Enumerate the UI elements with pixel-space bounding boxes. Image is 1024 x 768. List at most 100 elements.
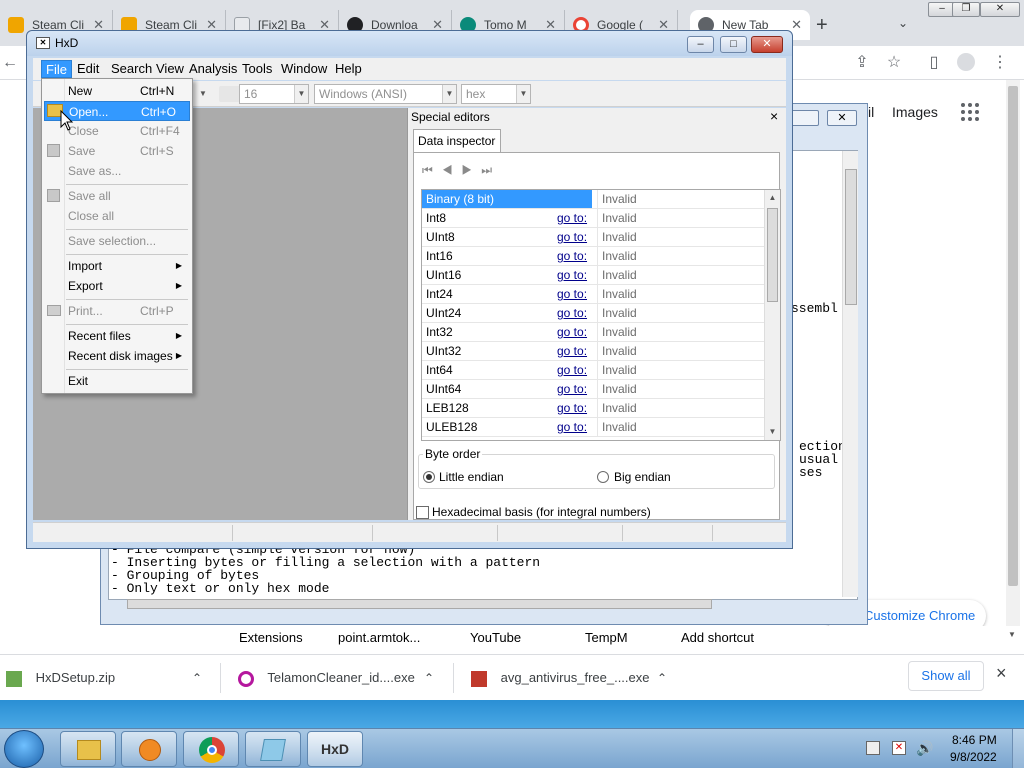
hex-basis-label[interactable]: Hexadecimal basis (for integral numbers) — [432, 505, 651, 519]
big-endian-radio[interactable] — [597, 471, 609, 483]
inspector-row[interactable]: LEB128 go to: Invalid — [422, 399, 766, 418]
new-tab-button[interactable]: + — [816, 14, 828, 37]
menu-search[interactable]: Search — [107, 60, 156, 78]
inspector-row[interactable]: UInt8 go to: Invalid — [422, 228, 766, 247]
maximize-icon[interactable]: □ — [720, 36, 747, 53]
inspector-row[interactable]: Int16 go to: Invalid — [422, 247, 766, 266]
side-panel-icon[interactable]: ▯ — [924, 53, 944, 73]
inspector-row[interactable]: UInt32 go to: Invalid — [422, 342, 766, 361]
profile-icon[interactable] — [956, 53, 976, 73]
little-endian-label[interactable]: Little endian — [439, 470, 504, 484]
inspector-value[interactable]: Invalid — [597, 209, 766, 227]
close-window-icon[interactable]: ✕ — [751, 36, 783, 53]
goto-link[interactable]: go to: — [557, 323, 587, 341]
scroll-thumb[interactable] — [767, 208, 778, 302]
vertical-scrollbar[interactable]: ▲ ▼ — [764, 190, 780, 440]
scroll-up-icon[interactable]: ▲ — [765, 190, 780, 206]
taskbar-chrome[interactable] — [183, 731, 239, 767]
page-scrollbar[interactable] — [1006, 80, 1020, 644]
dropdown-arrow-icon[interactable]: ▼ — [199, 89, 207, 98]
inspector-value[interactable]: Invalid — [597, 418, 766, 436]
goto-link[interactable]: go to: — [557, 418, 587, 436]
inspector-row[interactable]: UInt16 go to: Invalid — [422, 266, 766, 285]
chevron-up-icon[interactable]: ⌃ — [657, 665, 667, 691]
kebab-menu-icon[interactable]: ⋮ — [990, 53, 1010, 73]
taskbar-explorer[interactable] — [60, 731, 116, 767]
horizontal-scrollbar[interactable] — [109, 597, 842, 611]
close-tab-icon[interactable]: ✕ — [791, 17, 802, 33]
taskbar-media-player[interactable] — [121, 731, 177, 767]
inspector-value[interactable]: Invalid — [597, 342, 766, 360]
close-panel-icon[interactable]: × — [770, 108, 778, 124]
menu-view[interactable]: View — [152, 60, 188, 78]
menu-item-save-selection[interactable]: Save selection... — [44, 231, 190, 251]
action-center-icon[interactable]: ✕ — [892, 741, 906, 755]
goto-link[interactable]: go to: — [557, 361, 587, 379]
inspector-row[interactable]: UInt64 go to: Invalid — [422, 380, 766, 399]
menu-analysis[interactable]: Analysis — [185, 60, 241, 78]
clock-date[interactable]: 9/8/2022 — [950, 750, 997, 764]
shortcut-point-armtok[interactable]: point.armtok... — [338, 630, 420, 645]
goto-link[interactable]: go to: — [557, 399, 587, 417]
close-downloads-icon[interactable]: × — [996, 663, 1007, 684]
inspector-row[interactable]: Binary (8 bit) Invalid — [422, 190, 766, 209]
star-icon[interactable]: ☆ — [884, 53, 904, 73]
inspector-row[interactable]: Int64 go to: Invalid — [422, 361, 766, 380]
back-arrow-icon[interactable]: ← — [0, 53, 20, 73]
inspector-row[interactable]: Int32 go to: Invalid — [422, 323, 766, 342]
menu-item-new[interactable]: New Ctrl+N — [44, 81, 190, 101]
goto-link[interactable]: go to: — [557, 209, 587, 227]
menu-window[interactable]: Window — [277, 60, 331, 78]
inspector-value[interactable]: Invalid — [597, 304, 766, 322]
hex-basis-checkbox[interactable] — [416, 506, 429, 519]
network-icon[interactable] — [866, 741, 880, 755]
restore-icon[interactable]: ❐ — [952, 2, 980, 17]
menu-item-print[interactable]: Print... Ctrl+P — [44, 301, 190, 321]
download-item[interactable]: TelamonCleaner_id....exe ⌃ — [238, 665, 438, 691]
shortcut-tempm[interactable]: TempM — [585, 630, 628, 645]
last-record-icon[interactable]: ⏭ — [481, 163, 501, 177]
shortcut-youtube[interactable]: YouTube — [470, 630, 521, 645]
menu-edit[interactable]: Edit — [73, 60, 103, 78]
close-window-icon[interactable]: ✕ — [980, 2, 1020, 17]
menu-item-save-all[interactable]: Save all — [44, 186, 190, 206]
big-endian-label[interactable]: Big endian — [614, 470, 671, 484]
next-record-icon[interactable]: ▶ — [462, 163, 482, 177]
inspector-value[interactable]: Invalid — [597, 323, 766, 341]
menu-item-close-all[interactable]: Close all — [44, 206, 190, 226]
offset-base-select[interactable]: hex ▼ — [461, 84, 531, 104]
menu-item-recent-disk-images[interactable]: Recent disk images ▶ — [44, 346, 190, 366]
goto-link[interactable]: go to: — [557, 266, 587, 284]
share-icon[interactable]: ⇪ — [852, 53, 872, 73]
inspector-value[interactable]: Invalid — [597, 399, 766, 417]
goto-link[interactable]: go to: — [557, 247, 587, 265]
vertical-scrollbar[interactable] — [842, 151, 858, 597]
start-button[interactable] — [4, 730, 44, 768]
inspector-row[interactable]: Int24 go to: Invalid — [422, 285, 766, 304]
inspector-value[interactable]: Invalid — [597, 266, 766, 284]
gmail-link-partial[interactable]: il — [868, 104, 874, 120]
images-link[interactable]: Images — [892, 104, 938, 120]
inspector-value[interactable]: Invalid — [597, 247, 766, 265]
show-desktop-button[interactable] — [1012, 729, 1024, 768]
add-shortcut[interactable]: Add shortcut — [681, 630, 754, 645]
download-item[interactable]: HxDSetup.zip ⌃ — [6, 665, 206, 691]
inspector-value[interactable]: Invalid — [597, 361, 766, 379]
taskbar-app[interactable] — [245, 731, 301, 767]
chevron-up-icon[interactable]: ⌃ — [192, 665, 202, 691]
menu-item-save[interactable]: Save Ctrl+S — [44, 141, 190, 161]
menu-item-exit[interactable]: Exit — [44, 371, 190, 391]
menu-file[interactable]: File — [41, 60, 72, 78]
tab-data-inspector[interactable]: Data inspector — [413, 129, 501, 153]
inspector-row[interactable]: UInt24 go to: Invalid — [422, 304, 766, 323]
menu-item-import[interactable]: Import ▶ — [44, 256, 190, 276]
clock-time[interactable]: 8:46 PM — [952, 733, 997, 747]
chevron-up-icon[interactable]: ⌃ — [424, 665, 434, 691]
volume-icon[interactable]: 🔊 — [916, 740, 933, 757]
minimize-icon[interactable]: – — [687, 36, 714, 53]
menu-item-recent-files[interactable]: Recent files ▶ — [44, 326, 190, 346]
scroll-down-icon[interactable]: ▼ — [765, 424, 780, 440]
scroll-down-icon[interactable]: ▼ — [1008, 630, 1016, 639]
inspector-value[interactable]: Invalid — [597, 190, 766, 208]
menu-item-save-as[interactable]: Save as... — [44, 161, 190, 181]
